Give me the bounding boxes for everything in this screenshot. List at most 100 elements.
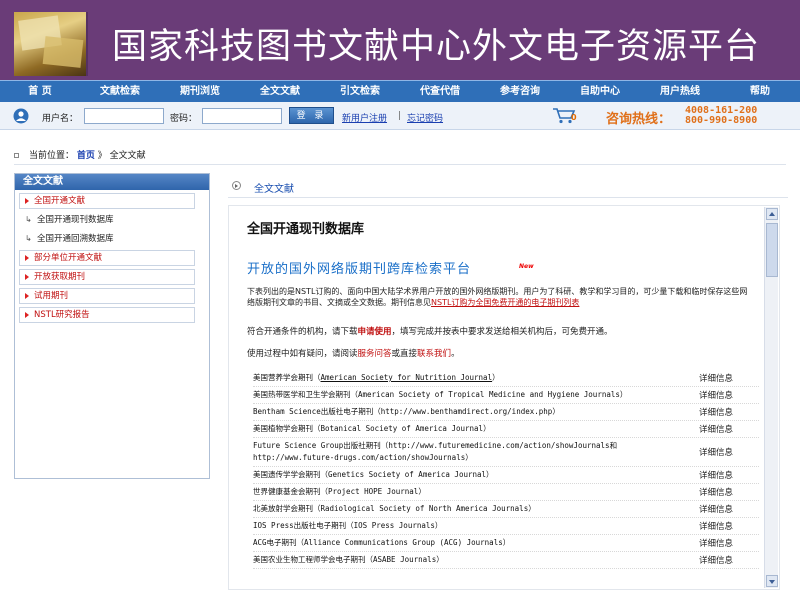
journal-name-en[interactable]: Genetics Society of America Journal xyxy=(328,470,486,479)
detail-link[interactable]: 详细信息 xyxy=(693,372,759,384)
journal-name-close: ） xyxy=(436,555,444,564)
journal-name-close: ） xyxy=(486,470,494,479)
arrow-right-icon xyxy=(25,255,29,261)
sidebar-item-partial-open[interactable]: 部分单位开通文献 xyxy=(19,250,195,266)
sidebar-item-national-open[interactable]: 全国开通文献 xyxy=(19,193,195,209)
sidebar-item-open-access[interactable]: 开放获取期刊 xyxy=(19,269,195,285)
detail-link[interactable]: 详细信息 xyxy=(693,486,759,498)
breadcrumb-bullet-icon xyxy=(14,153,19,158)
nav-item-fulltext[interactable]: 全文文献 xyxy=(240,81,320,102)
journal-name-en[interactable]: ASABE Journals xyxy=(373,555,436,564)
sidebar-item-trial[interactable]: 试用期刊 xyxy=(19,288,195,304)
sub-arrow-icon: ↳ xyxy=(25,234,32,243)
help-text-3: 。 xyxy=(451,349,460,359)
journal-name: 北美放射学会期刊（Radiological Society of North A… xyxy=(253,501,693,517)
detail-link[interactable]: 详细信息 xyxy=(693,469,759,481)
sub-arrow-icon: ↳ xyxy=(25,215,32,224)
nav-item-selfservice[interactable]: 自助中心 xyxy=(560,81,640,102)
journal-name-cn: 美国热带医学和卫生学会期刊（ xyxy=(253,390,358,399)
detail-link[interactable]: 详细信息 xyxy=(693,537,759,549)
journal-name-close: ） xyxy=(434,521,443,530)
password-label: 密码： xyxy=(170,114,198,124)
journal-name-en[interactable]: Radiological Society of North America Jo… xyxy=(321,504,529,513)
sidebar-item-label: 试用期刊 xyxy=(34,291,69,301)
password-input[interactable] xyxy=(202,108,282,124)
help-paragraph: 使用过程中如有疑问，请阅读服务问答或直接联系我们。 xyxy=(247,347,460,359)
nav-item-reference[interactable]: 参考咨询 xyxy=(480,81,560,102)
journal-name-close: ） xyxy=(483,424,491,433)
journal-name-cn: Bentham Science出版社电子期刊（ xyxy=(253,407,381,416)
table-row: 美国营养学会期刊（American Society for Nutrition … xyxy=(253,370,759,387)
link-separator: | xyxy=(398,111,402,121)
table-row: Bentham Science出版社电子期刊（http://www.bentha… xyxy=(253,404,759,421)
content-scrollbar[interactable] xyxy=(764,207,778,588)
detail-link[interactable]: 详细信息 xyxy=(693,503,759,515)
sidebar: 全文文献 全国开通文献 ↳ 全国开通现刊数据库 ↳ 全国开通回溯数据库 部分单位开通… xyxy=(14,173,210,479)
scroll-thumb[interactable] xyxy=(766,223,778,277)
journal-table: 美国营养学会期刊（American Society for Nutrition … xyxy=(253,370,759,569)
journal-name-cn: 美国农业生物工程师学会电子期刊（ xyxy=(253,555,373,564)
sidebar-item-nstl-reports[interactable]: NSTL研究报告 xyxy=(19,307,195,323)
new-badge: New xyxy=(519,263,534,270)
journal-name-en[interactable]: Project HOPE Journal xyxy=(328,487,418,496)
detail-link[interactable]: 详细信息 xyxy=(693,423,759,435)
journal-name-cn: Future Science Group出版社期刊（ xyxy=(253,441,389,450)
journal-name: 美国植物学会期刊（Botanical Society of America Jo… xyxy=(253,421,693,437)
sidebar-item-archive-db[interactable]: ↳ 全国开通回溯数据库 xyxy=(19,231,195,247)
forgot-password-link[interactable]: 忘记密码 xyxy=(407,111,443,124)
help-text: 使用过程中如有疑问，请阅读 xyxy=(247,349,358,359)
journal-name: Future Science Group出版社期刊（http://www.fut… xyxy=(253,438,693,466)
help-text-2: 或直接 xyxy=(391,349,418,359)
journal-name-cn: ACG电子期刊（ xyxy=(253,538,305,547)
nav-item-delivery[interactable]: 代查代借 xyxy=(400,81,480,102)
journal-name-en[interactable]: http://www.benthamdirect.org/index.php xyxy=(381,407,553,416)
sidebar-item-label: 全国开通回溯数据库 xyxy=(37,234,114,244)
detail-link[interactable]: 详细信息 xyxy=(693,389,759,401)
faq-link[interactable]: 服务问答 xyxy=(358,349,392,359)
apply-link[interactable]: 申请使用 xyxy=(358,327,392,337)
scroll-down-icon[interactable] xyxy=(766,575,778,587)
login-button[interactable]: 登 录 xyxy=(289,107,334,124)
table-row: 世界健康基金会期刊（Project HOPE Journal） 详细信息 xyxy=(253,484,759,501)
nav-item-citation[interactable]: 引文检索 xyxy=(320,81,400,102)
nav-item-hotline[interactable]: 用户热线 xyxy=(640,81,720,102)
main-section-title: 全文文献 xyxy=(254,184,294,195)
sidebar-item-label: 开放获取期刊 xyxy=(34,272,86,282)
nav-item-help[interactable]: 帮助 xyxy=(720,81,800,102)
hotline-label: 咨询热线： xyxy=(606,112,672,127)
nav-item-home[interactable]: 首 页 xyxy=(0,81,80,102)
intro-paragraph: 下表列出的是NSTL订购的、面向中国大陆学术界用户开放的国外网络版期刊。用户为了… xyxy=(247,286,755,308)
journal-name-en[interactable]: Botanical Society of America Journal xyxy=(321,424,484,433)
username-input[interactable] xyxy=(84,108,164,124)
journal-name-en[interactable]: American Society for Nutrition Journal xyxy=(321,373,493,382)
banner-photo-page xyxy=(42,36,84,68)
nav-item-search[interactable]: 文献检索 xyxy=(80,81,160,102)
arrow-right-icon xyxy=(25,198,29,204)
journal-name-close: ） xyxy=(528,504,536,513)
journal-name-en[interactable]: IOS Press Journals xyxy=(354,521,435,530)
journal-name-cn: 北美放射学会期刊（ xyxy=(253,504,321,513)
journal-name-en[interactable]: American Society of Tropical Medicine an… xyxy=(358,390,620,399)
detail-link[interactable]: 详细信息 xyxy=(693,446,759,458)
hotline-numbers: 4008-161-200 800-990-8900 xyxy=(685,106,757,126)
condition-text-2: ，填写完成并按表中要求发送给相关机构后，可免费开通。 xyxy=(391,327,613,337)
journal-name: 美国遗传学学会期刊（Genetics Society of America Jo… xyxy=(253,467,693,483)
breadcrumb-home-link[interactable]: 首页 xyxy=(77,151,95,161)
scroll-up-icon[interactable] xyxy=(766,208,778,220)
sidebar-item-current-db[interactable]: ↳ 全国开通现刊数据库 xyxy=(19,212,195,228)
journal-list-link[interactable]: NSTL订购为全国免费开通的电子期刊列表 xyxy=(431,298,579,307)
journal-name: 美国农业生物工程师学会电子期刊（ASABE Journals） xyxy=(253,552,693,568)
table-row: Future Science Group出版社期刊（http://www.fut… xyxy=(253,438,759,467)
login-bar: 用户名： 密码： 登 录 新用户注册 | 忘记密码 0 咨询热线： 4008-1… xyxy=(0,102,800,130)
site-banner: 国家科技图书文献中心外文电子资源平台 xyxy=(0,0,800,80)
register-link[interactable]: 新用户注册 xyxy=(342,111,387,124)
sidebar-item-label: 全国开通现刊数据库 xyxy=(37,215,114,225)
contact-link[interactable]: 联系我们 xyxy=(417,349,451,359)
nav-item-browse[interactable]: 期刊浏览 xyxy=(160,81,240,102)
journal-name-en[interactable]: Alliance Communications Group (ACG) Jour… xyxy=(304,538,503,547)
detail-link[interactable]: 详细信息 xyxy=(693,554,759,566)
journal-name: 美国热带医学和卫生学会期刊（American Society of Tropic… xyxy=(253,387,693,403)
journal-name-cn: 美国植物学会期刊（ xyxy=(253,424,321,433)
detail-link[interactable]: 详细信息 xyxy=(693,406,759,418)
detail-link[interactable]: 详细信息 xyxy=(693,520,759,532)
